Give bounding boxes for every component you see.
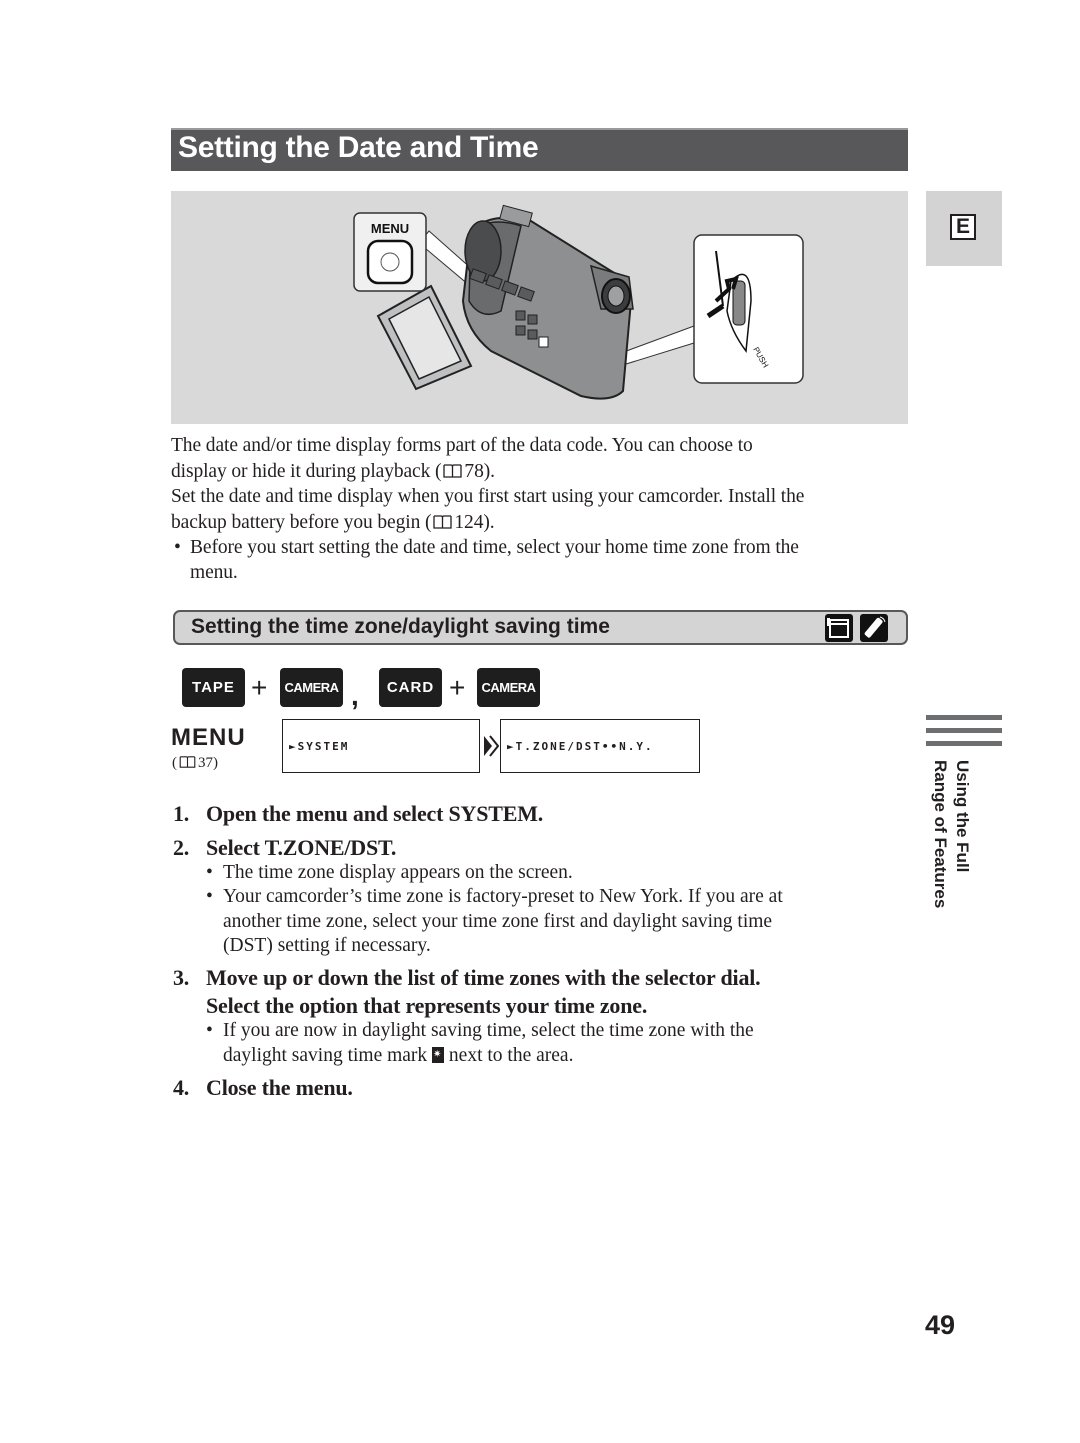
page-title-bar: Setting the Date and Time bbox=[171, 128, 908, 171]
menu-item-tzone: ►T.ZONE/DST••N.Y. bbox=[507, 740, 654, 753]
section-marker-bar bbox=[926, 741, 1002, 746]
section-marker-bar bbox=[926, 728, 1002, 733]
menu-item-system: ►SYSTEM bbox=[289, 740, 350, 753]
language-indicator: E bbox=[950, 214, 976, 240]
section-side-label: Using the Full Range of Features bbox=[931, 760, 972, 909]
card-mode-badge: CARD bbox=[379, 668, 442, 707]
book-icon bbox=[433, 514, 453, 529]
intro-line: The date and/or time display forms part … bbox=[171, 435, 753, 456]
menu-screen-tzone: ►T.ZONE/DST••N.Y. bbox=[500, 719, 700, 773]
page-number: 49 bbox=[925, 1310, 956, 1340]
camcorder-drawing-icon: MENU PUSH bbox=[353, 204, 804, 400]
book-icon bbox=[179, 756, 196, 768]
double-chevron-right-icon bbox=[484, 735, 499, 757]
menu-label: MENU bbox=[171, 724, 246, 751]
camera-mode-badge: CAMERA bbox=[477, 668, 540, 707]
section-marker-bar bbox=[926, 715, 1002, 720]
plus-sign: + bbox=[449, 672, 466, 703]
book-icon bbox=[443, 463, 463, 478]
camcorder-illustration: MENU PUSH bbox=[171, 191, 908, 424]
intro-line: display or hide it during playback (78). bbox=[171, 460, 495, 482]
intro-bullet: • Before you start setting the date and … bbox=[174, 537, 799, 583]
remote-control-icon bbox=[860, 614, 888, 642]
section-header: Setting the time zone/daylight saving ti… bbox=[173, 610, 908, 645]
plus-sign: + bbox=[251, 672, 268, 703]
intro-text: The date and/or time display forms part … bbox=[171, 433, 911, 586]
camera-mode-badge: CAMERA bbox=[280, 668, 343, 707]
comma-separator: , bbox=[351, 680, 359, 711]
tape-mode-badge: TAPE bbox=[182, 668, 245, 707]
menu-screen-system: ►SYSTEM bbox=[282, 719, 480, 773]
camcorder-mode-icon bbox=[825, 614, 853, 642]
intro-line: Set the date and time display when you f… bbox=[171, 486, 805, 507]
page-title: Setting the Date and Time bbox=[178, 131, 539, 164]
intro-line: backup battery before you begin (124). bbox=[171, 511, 495, 533]
section-title: Setting the time zone/daylight saving ti… bbox=[191, 615, 610, 638]
dst-sun-icon bbox=[432, 1046, 445, 1063]
language-tab: E bbox=[926, 191, 1002, 266]
menu-button-label: MENU bbox=[371, 221, 409, 236]
menu-page-ref: (37) bbox=[172, 755, 218, 771]
